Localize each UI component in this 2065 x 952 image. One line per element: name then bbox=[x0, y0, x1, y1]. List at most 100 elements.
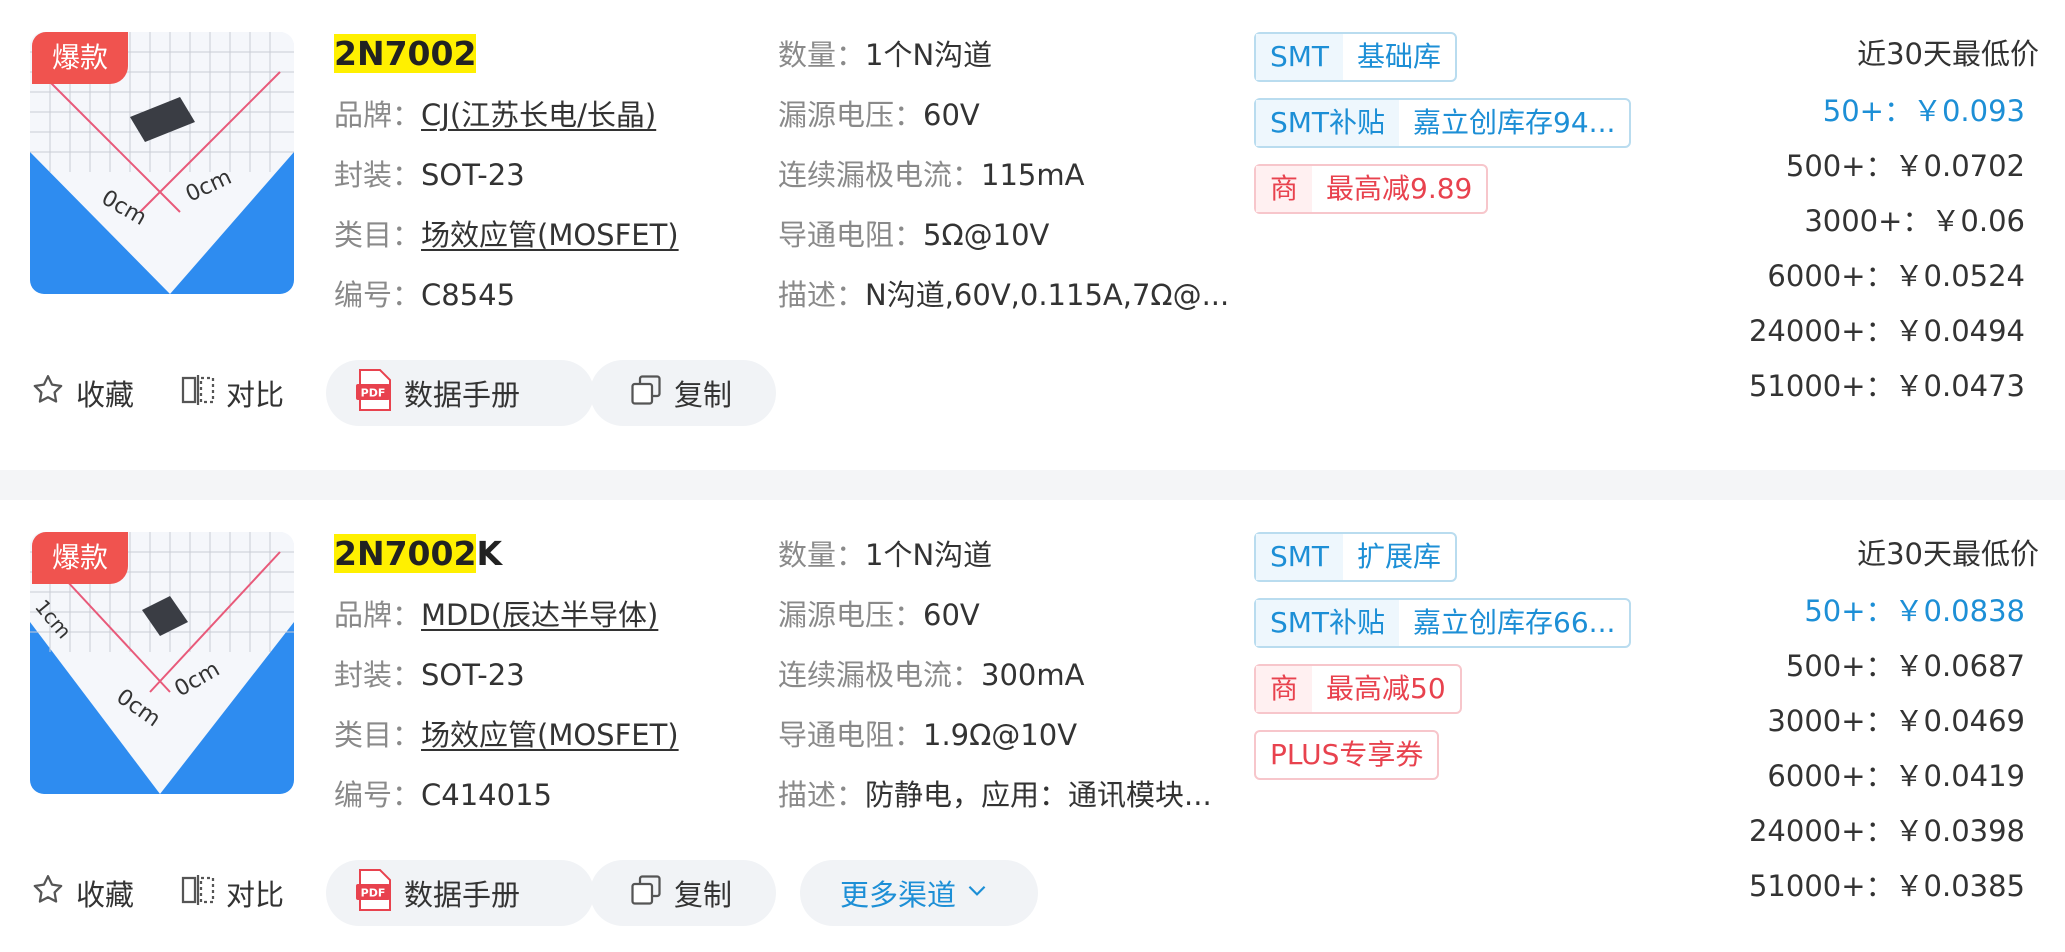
spec-info: 数量：1个N沟道 漏源电压：60V 连续漏极电流：115mA 导通电阻：5Ω@1… bbox=[778, 30, 1229, 330]
rds-label: 导通电阻： bbox=[778, 218, 924, 252]
package-label: 封装： bbox=[334, 158, 422, 192]
star-icon bbox=[30, 872, 66, 915]
brand-link[interactable]: CJ(江苏长电/长晶) bbox=[421, 98, 656, 132]
copy-button[interactable]: 复制 bbox=[590, 360, 776, 426]
compare-button[interactable]: 对比 bbox=[180, 360, 284, 426]
brand-label: 品牌： bbox=[334, 598, 422, 632]
rds-value: 1.9Ω@10V bbox=[923, 718, 1078, 752]
tag-part-b: 基础库 bbox=[1357, 40, 1442, 73]
price-title: 近30天最低价 bbox=[1857, 37, 2039, 71]
smt-library-tag[interactable]: SMT 扩展库 bbox=[1254, 532, 1458, 582]
category-label: 类目： bbox=[334, 718, 422, 752]
hot-badge: 爆款 bbox=[32, 32, 129, 84]
price-tier: 50+：￥0.0838 bbox=[1804, 594, 2025, 628]
rds-row: 导通电阻：5Ω@10V bbox=[778, 210, 1229, 270]
part-number-suffix: K bbox=[476, 534, 503, 573]
price-tier: 51000+：￥0.0385 bbox=[1748, 869, 2025, 903]
more-channels-label: 更多渠道 bbox=[840, 878, 957, 912]
datasheet-label: 数据手册 bbox=[404, 378, 521, 412]
tag-part-b: 扩展库 bbox=[1357, 540, 1442, 573]
tag-list: SMT 扩展库 SMT补贴 嘉立创库存66... 商最高减50 PLUS专享券 bbox=[1254, 532, 1632, 796]
copy-icon bbox=[628, 872, 664, 915]
smt-subsidy-tag[interactable]: SMT补贴 嘉立创库存94... bbox=[1254, 98, 1632, 148]
compare-label: 对比 bbox=[226, 378, 285, 412]
vds-value: 60V bbox=[923, 98, 980, 132]
qty-row: 数量：1个N沟道 bbox=[778, 530, 1212, 590]
more-channels-button[interactable]: 更多渠道 bbox=[800, 860, 1038, 926]
desc-value: N沟道,60V,0.115A,7Ω@... bbox=[865, 278, 1230, 312]
brand-link[interactable]: MDD(辰达半导体) bbox=[421, 598, 658, 632]
category-row: 类目：场效应管(MOSFET) bbox=[334, 710, 679, 770]
tag-part-b: 最高减9.89 bbox=[1326, 172, 1473, 205]
svg-text:PDF: PDF bbox=[361, 386, 386, 399]
code-row: 编号：C8545 bbox=[334, 270, 679, 330]
part-number[interactable]: 2N7002K bbox=[334, 530, 502, 578]
vds-row: 漏源电压：60V bbox=[778, 590, 1212, 650]
code-value: C414015 bbox=[421, 778, 552, 812]
package-row: 封装：SOT-23 bbox=[334, 650, 679, 710]
part-number-highlight: 2N7002 bbox=[334, 34, 477, 73]
desc-value: 防静电，应用：通讯模块... bbox=[865, 778, 1212, 812]
vds-row: 漏源电压：60V bbox=[778, 90, 1229, 150]
favorite-button[interactable]: 收藏 bbox=[30, 860, 134, 926]
category-link[interactable]: 场效应管(MOSFET) bbox=[421, 718, 679, 752]
price-title: 近30天最低价 bbox=[1857, 537, 2039, 571]
tag-part-a: 商 bbox=[1256, 666, 1313, 712]
category-row: 类目：场效应管(MOSFET) bbox=[334, 210, 679, 270]
price-tier: 500+：￥0.0687 bbox=[1785, 649, 2025, 683]
tag-part-b: PLUS专享券 bbox=[1270, 738, 1424, 771]
merchant-discount-tag[interactable]: 商最高减9.89 bbox=[1254, 164, 1489, 214]
card-separator bbox=[0, 470, 2065, 500]
compare-button[interactable]: 对比 bbox=[180, 860, 284, 926]
price-tier: 6000+：￥0.0524 bbox=[1767, 259, 2025, 293]
hot-badge: 爆款 bbox=[32, 532, 129, 584]
part-number[interactable]: 2N7002 bbox=[334, 30, 477, 78]
price-tier: 24000+：￥0.0398 bbox=[1748, 814, 2025, 848]
qty-label: 数量： bbox=[778, 38, 866, 72]
qty-label: 数量： bbox=[778, 538, 866, 572]
plus-coupon-tag[interactable]: PLUS专享券 bbox=[1254, 730, 1440, 780]
category-link[interactable]: 场效应管(MOSFET) bbox=[421, 218, 679, 252]
favorite-button[interactable]: 收藏 bbox=[30, 360, 134, 426]
category-label: 类目： bbox=[334, 218, 422, 252]
tag-part-b: 嘉立创库存66... bbox=[1413, 606, 1616, 639]
datasheet-button[interactable]: PDF 数据手册 bbox=[326, 360, 594, 426]
tag-part-a: SMT补贴 bbox=[1256, 600, 1400, 646]
tag-part-b: 最高减50 bbox=[1326, 672, 1446, 705]
package-label: 封装： bbox=[334, 658, 422, 692]
code-label: 编号： bbox=[334, 778, 422, 812]
code-value: C8545 bbox=[421, 278, 516, 312]
price-tier: 6000+：￥0.0419 bbox=[1767, 759, 2025, 793]
smt-library-tag[interactable]: SMT 基础库 bbox=[1254, 32, 1458, 82]
id-value: 300mA bbox=[981, 658, 1085, 692]
package-value: SOT-23 bbox=[421, 658, 525, 692]
tag-part-a: 商 bbox=[1256, 166, 1313, 212]
qty-value: 1个N沟道 bbox=[865, 38, 993, 72]
price-tier: 3000+：￥0.06 bbox=[1804, 204, 2025, 238]
basic-info: 品牌：MDD(辰达半导体) 封装：SOT-23 类目：场效应管(MOSFET) … bbox=[334, 590, 679, 830]
qty-row: 数量：1个N沟道 bbox=[778, 30, 1229, 90]
rds-value: 5Ω@10V bbox=[923, 218, 1050, 252]
tag-part-a: SMT bbox=[1256, 34, 1344, 80]
part-number-highlight: 2N7002 bbox=[334, 534, 477, 573]
rds-label: 导通电阻： bbox=[778, 718, 924, 752]
price-tier: 500+：￥0.0702 bbox=[1785, 149, 2025, 183]
favorite-label: 收藏 bbox=[76, 378, 135, 412]
datasheet-button[interactable]: PDF 数据手册 bbox=[326, 860, 594, 926]
merchant-discount-tag[interactable]: 商最高减50 bbox=[1254, 664, 1462, 714]
basic-info: 品牌：CJ(江苏长电/长晶) 封装：SOT-23 类目：场效应管(MOSFET)… bbox=[334, 90, 679, 330]
tag-part-a: SMT bbox=[1256, 534, 1344, 580]
vds-label: 漏源电压： bbox=[778, 598, 924, 632]
product-card: 0cm 0cm 1cm 爆款 2N7002K 品牌：MDD(辰达半导体) 封装：… bbox=[0, 500, 2065, 952]
copy-icon bbox=[628, 372, 664, 415]
price-tier: 50+：￥0.093 bbox=[1822, 94, 2025, 128]
tag-part-a: SMT补贴 bbox=[1256, 100, 1400, 146]
code-row: 编号：C414015 bbox=[334, 770, 679, 830]
smt-subsidy-tag[interactable]: SMT补贴 嘉立创库存66... bbox=[1254, 598, 1632, 648]
copy-button[interactable]: 复制 bbox=[590, 860, 776, 926]
id-value: 115mA bbox=[981, 158, 1085, 192]
brand-row: 品牌：MDD(辰达半导体) bbox=[334, 590, 679, 650]
svg-text:PDF: PDF bbox=[361, 886, 386, 899]
pdf-icon: PDF bbox=[354, 868, 394, 919]
brand-row: 品牌：CJ(江苏长电/长晶) bbox=[334, 90, 679, 150]
